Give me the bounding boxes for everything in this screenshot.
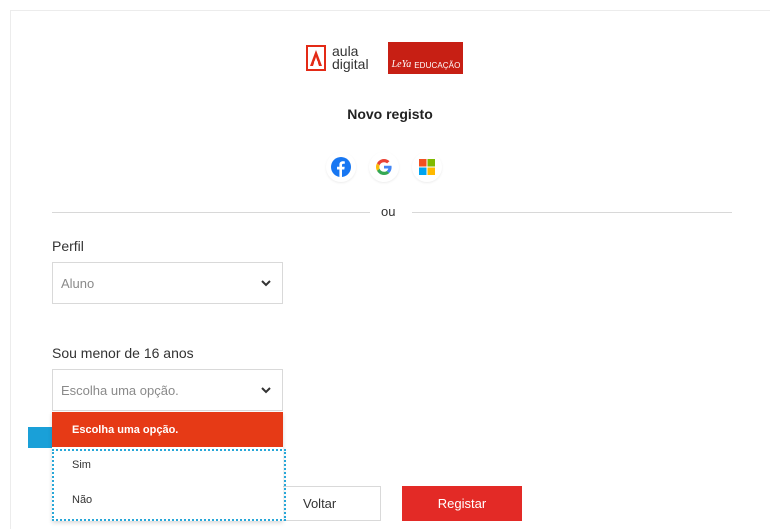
- aula-digital-wordmark: aula digital: [332, 44, 369, 72]
- facebook-icon: [331, 157, 351, 177]
- register-button[interactable]: Registar: [402, 486, 522, 521]
- divider-left: [52, 212, 370, 213]
- dropdown-option-escolha[interactable]: Escolha uma opção.: [52, 412, 283, 447]
- educacao-wordmark: EDUCAÇÃO: [414, 61, 461, 70]
- google-login-button[interactable]: [369, 152, 399, 182]
- microsoft-login-button[interactable]: [412, 152, 442, 182]
- facebook-login-button[interactable]: [326, 152, 356, 182]
- perfil-select[interactable]: Aluno: [52, 262, 283, 304]
- age-select[interactable]: Escolha uma opção.: [52, 369, 283, 411]
- age-dropdown-list: Escolha uma opção. Sim Não: [52, 412, 283, 521]
- aula-digital-logo-icon: [306, 45, 326, 71]
- dropdown-option-sim[interactable]: Sim: [52, 447, 283, 482]
- chevron-down-icon: [261, 280, 271, 287]
- focus-indicator: [28, 427, 52, 448]
- dropdown-option-nao[interactable]: Não: [52, 482, 283, 517]
- social-login-buttons: [326, 152, 442, 182]
- perfil-label: Perfil: [52, 238, 84, 254]
- chevron-down-icon: [261, 387, 271, 394]
- brand-logos: aula digital LeYa EDUCAÇÃO: [306, 41, 463, 75]
- age-label: Sou menor de 16 anos: [52, 345, 194, 361]
- leya-wordmark: LeYa: [391, 59, 412, 70]
- age-select-value: Escolha uma opção.: [61, 382, 179, 398]
- divider-text: ou: [381, 204, 396, 219]
- microsoft-icon: [419, 159, 435, 175]
- page-title: Novo registo: [347, 106, 433, 122]
- google-icon: [376, 159, 392, 175]
- perfil-select-value: Aluno: [61, 275, 95, 291]
- aula-line2: digital: [332, 56, 369, 72]
- divider-right: [412, 212, 732, 213]
- leya-educacao-logo: LeYa EDUCAÇÃO: [387, 42, 463, 74]
